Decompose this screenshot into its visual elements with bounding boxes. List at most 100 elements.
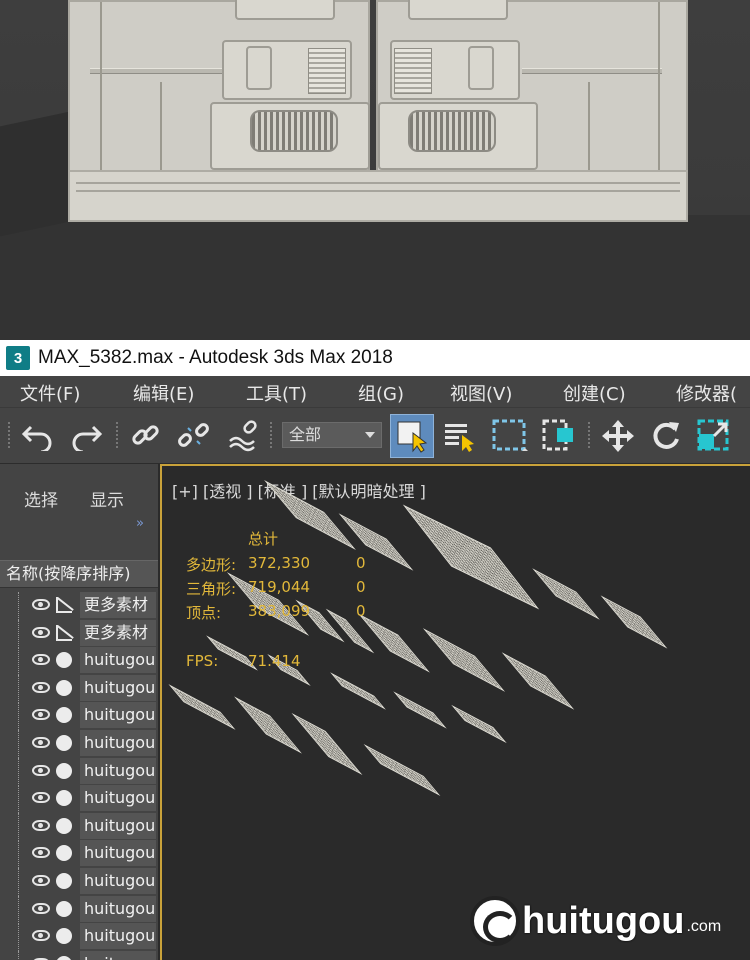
explorer-row[interactable]: huitugou xyxy=(0,647,158,676)
explorer-more-icon[interactable]: » xyxy=(136,516,144,531)
stats-verts-value: 383,099 xyxy=(248,602,311,620)
menu-tools[interactable]: 工具(T) xyxy=(246,380,307,406)
visibility-eye-icon[interactable] xyxy=(32,709,50,721)
app-logo-icon: 3 xyxy=(6,346,30,370)
door-keypad xyxy=(468,46,494,90)
tree-line xyxy=(18,895,28,924)
door-pipe xyxy=(90,68,222,74)
door-seam xyxy=(658,2,660,172)
object-name: huitugou xyxy=(80,840,156,867)
explorer-row[interactable]: huitugou xyxy=(0,923,158,952)
geometry-object-icon xyxy=(56,735,72,751)
explorer-row[interactable]: huitugou xyxy=(0,702,158,731)
geometry-object-icon xyxy=(56,790,72,807)
model-part xyxy=(402,504,540,610)
object-name: huitugou xyxy=(80,647,156,674)
select-by-name-icon[interactable] xyxy=(440,416,480,456)
undo-icon[interactable] xyxy=(18,416,58,456)
object-name: huitugou xyxy=(80,730,156,756)
menu-modifiers[interactable]: 修改器( xyxy=(676,380,737,406)
explorer-row[interactable]: huitugou xyxy=(0,785,158,814)
visibility-eye-icon[interactable] xyxy=(32,847,50,859)
toolbar-separator xyxy=(270,422,272,450)
shape-object-icon xyxy=(56,597,72,613)
tree-line xyxy=(18,923,28,952)
door-grille xyxy=(250,110,338,152)
move-icon[interactable] xyxy=(598,416,638,456)
select-object-icon[interactable] xyxy=(390,414,434,458)
visibility-eye-icon[interactable] xyxy=(32,875,50,886)
explorer-name-column-header[interactable]: 名称(按降序排序) xyxy=(0,560,158,588)
link-icon[interactable] xyxy=(126,416,166,456)
geometry-object-icon xyxy=(56,900,72,917)
tree-line xyxy=(18,647,28,676)
explorer-row[interactable]: huitugou xyxy=(0,812,158,841)
door-vent xyxy=(394,48,432,94)
explorer-row[interactable]: huitugou xyxy=(0,757,158,786)
menu-file[interactable]: 文件(F) xyxy=(20,380,80,406)
tree-line xyxy=(18,592,28,620)
model-part xyxy=(330,672,386,710)
unlink-icon[interactable] xyxy=(174,416,214,456)
tree-line xyxy=(18,840,28,869)
object-name: huitugou xyxy=(80,895,156,922)
geometry-object-icon xyxy=(56,845,72,862)
explorer-row[interactable]: huitugou xyxy=(0,868,158,896)
visibility-eye-icon[interactable] xyxy=(32,654,50,666)
geometry-object-icon xyxy=(56,817,72,834)
model-part xyxy=(291,712,363,776)
object-name: 更多素材 xyxy=(80,592,156,618)
explorer-row[interactable]: huitugou xyxy=(0,895,158,924)
model-part xyxy=(422,628,506,692)
tree-line xyxy=(18,812,28,841)
bind-space-warp-icon[interactable] xyxy=(224,416,264,456)
door-left-panel xyxy=(68,0,370,180)
door-base-rib xyxy=(76,190,680,192)
explorer-row[interactable]: huitugou xyxy=(0,730,158,758)
explorer-tab-select[interactable]: 选择 xyxy=(24,486,58,511)
explorer-row[interactable]: huitugou xyxy=(0,674,158,703)
visibility-eye-icon[interactable] xyxy=(32,902,50,914)
watermark-logo-icon xyxy=(470,896,520,946)
stats-tris-value: 719,044 xyxy=(248,578,311,596)
menu-edit[interactable]: 编辑(E) xyxy=(133,380,194,406)
scale-icon[interactable] xyxy=(694,416,734,456)
visibility-eye-icon[interactable] xyxy=(32,792,50,804)
perspective-viewport[interactable]: [+] [透视 ] [标准 ] [默认明暗处理 ] 总计 多边形: 372,33… xyxy=(160,464,750,960)
stats-polys-value: 372,330 xyxy=(248,554,311,572)
door-keypad xyxy=(246,46,272,90)
explorer-row[interactable]: huitugou xyxy=(0,840,158,869)
menu-create[interactable]: 创建(C) xyxy=(563,380,626,406)
window-crossing-icon[interactable] xyxy=(540,416,580,456)
explorer-row[interactable]: 更多素材 xyxy=(0,592,158,620)
menu-views[interactable]: 视图(V) xyxy=(450,380,512,406)
visibility-eye-icon[interactable] xyxy=(32,681,50,693)
tree-line xyxy=(18,619,28,648)
explorer-row[interactable]: 更多素材 xyxy=(0,619,158,648)
rotate-icon[interactable] xyxy=(646,416,686,456)
door-seam xyxy=(588,82,590,172)
watermark-text: huitugou xyxy=(522,899,685,942)
object-name: huitugou xyxy=(80,674,156,701)
door-seam xyxy=(160,82,162,172)
menu-group[interactable]: 组(G) xyxy=(358,380,404,406)
object-name: huitugou xyxy=(80,757,156,784)
selection-filter-dropdown[interactable]: 全部 xyxy=(282,422,382,448)
redo-icon[interactable] xyxy=(66,416,106,456)
shape-object-icon xyxy=(56,624,72,641)
tree-line xyxy=(18,868,28,896)
visibility-eye-icon[interactable] xyxy=(32,764,50,776)
geometry-object-icon xyxy=(56,652,72,669)
explorer-row[interactable]: huitu xyxy=(0,950,158,960)
stats-verts-selected: 0 xyxy=(356,602,366,620)
stats-total-label: 总计 xyxy=(248,530,279,548)
visibility-eye-icon[interactable] xyxy=(32,599,50,610)
object-name: huitu xyxy=(80,950,156,960)
visibility-eye-icon[interactable] xyxy=(32,930,50,942)
visibility-eye-icon[interactable] xyxy=(32,737,50,748)
visibility-eye-icon[interactable] xyxy=(32,819,50,831)
visibility-eye-icon[interactable] xyxy=(32,626,50,638)
explorer-tab-display[interactable]: 显示 xyxy=(90,486,124,511)
rectangular-selection-icon[interactable] xyxy=(490,416,530,456)
model-part xyxy=(501,652,575,710)
